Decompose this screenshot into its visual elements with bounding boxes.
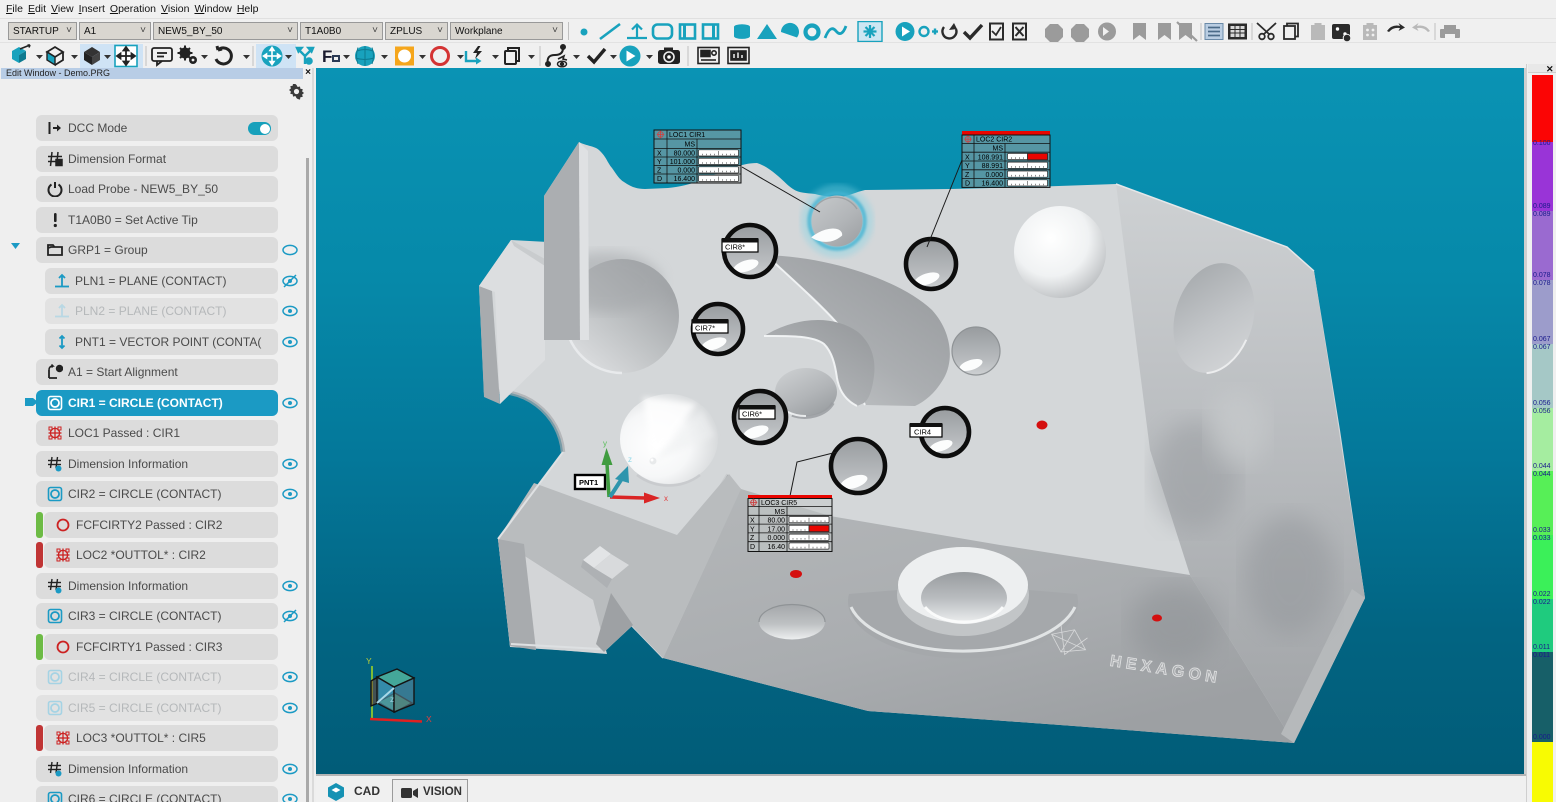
svg-text:Y: Y (657, 159, 662, 166)
svg-text:0.056: 0.056 (1533, 408, 1551, 415)
svg-text:z: z (390, 695, 394, 704)
svg-text:Z: Z (750, 535, 755, 542)
svg-text:LOC1 CIR1: LOC1 CIR1 (669, 132, 705, 139)
svg-text:0.100: 0.100 (1533, 140, 1551, 147)
svg-text:D: D (965, 181, 970, 188)
svg-text:0.089: 0.089 (1533, 203, 1551, 210)
svg-text:CIR8*: CIR8* (725, 243, 745, 252)
svg-text:17.00: 17.00 (767, 526, 785, 533)
svg-text:LOC3 CIR5: LOC3 CIR5 (761, 500, 797, 507)
svg-text:CIR7*: CIR7* (695, 324, 715, 333)
svg-text:X: X (657, 151, 662, 158)
svg-text:0.067: 0.067 (1533, 336, 1551, 343)
svg-text:D: D (750, 544, 755, 551)
svg-text:z: z (628, 455, 632, 464)
svg-text:y: y (603, 439, 607, 448)
svg-text:0.044: 0.044 (1533, 471, 1551, 478)
svg-text:0.011: 0.011 (1533, 652, 1550, 659)
svg-text:CIR4: CIR4 (914, 428, 931, 437)
svg-text:0.033: 0.033 (1533, 535, 1551, 542)
svg-text:Y: Y (366, 656, 372, 666)
svg-text:0.067: 0.067 (1533, 344, 1551, 351)
svg-text:Y: Y (750, 526, 755, 533)
svg-text:0.000: 0.000 (1533, 734, 1551, 741)
svg-text:0.078: 0.078 (1533, 280, 1551, 287)
svg-text:X: X (426, 714, 432, 724)
svg-text:MS: MS (993, 146, 1004, 153)
svg-text:Z: Z (965, 172, 970, 179)
svg-text:0.000: 0.000 (767, 535, 785, 542)
svg-text:0.000: 0.000 (677, 168, 695, 175)
svg-text:0.011: 0.011 (1533, 644, 1550, 651)
svg-text:0.022: 0.022 (1533, 599, 1551, 606)
svg-text:F: F (322, 47, 332, 66)
svg-text:80.000: 80.000 (674, 151, 696, 158)
svg-text:0.089: 0.089 (1533, 211, 1551, 218)
svg-text:X: X (965, 154, 970, 161)
svg-text:CIR6*: CIR6* (742, 410, 762, 419)
svg-text:16.400: 16.400 (674, 176, 696, 183)
svg-text:0.056: 0.056 (1533, 400, 1551, 407)
svg-text:108.991: 108.991 (978, 154, 1003, 161)
svg-text:X: X (750, 518, 755, 525)
svg-text:LOC2 CIR2: LOC2 CIR2 (976, 137, 1012, 144)
svg-text:0.000: 0.000 (985, 172, 1003, 179)
svg-text:0.044: 0.044 (1533, 463, 1551, 470)
svg-text:16.40: 16.40 (767, 544, 785, 551)
svg-text:16.400: 16.400 (982, 181, 1004, 188)
svg-text:PNT1: PNT1 (579, 478, 598, 487)
svg-text:x: x (664, 494, 668, 503)
svg-text:Z: Z (657, 168, 662, 175)
svg-text:0.078: 0.078 (1533, 272, 1551, 279)
svg-text:D: D (657, 176, 662, 183)
svg-text:88.991: 88.991 (982, 163, 1004, 170)
svg-text:MS: MS (685, 142, 696, 149)
svg-text:101.000: 101.000 (670, 159, 695, 166)
svg-text:0.022: 0.022 (1533, 591, 1551, 598)
svg-text:Y: Y (965, 163, 970, 170)
svg-text:MS: MS (775, 509, 786, 516)
svg-text:0.033: 0.033 (1533, 527, 1551, 534)
svg-text:80.00: 80.00 (767, 518, 785, 525)
